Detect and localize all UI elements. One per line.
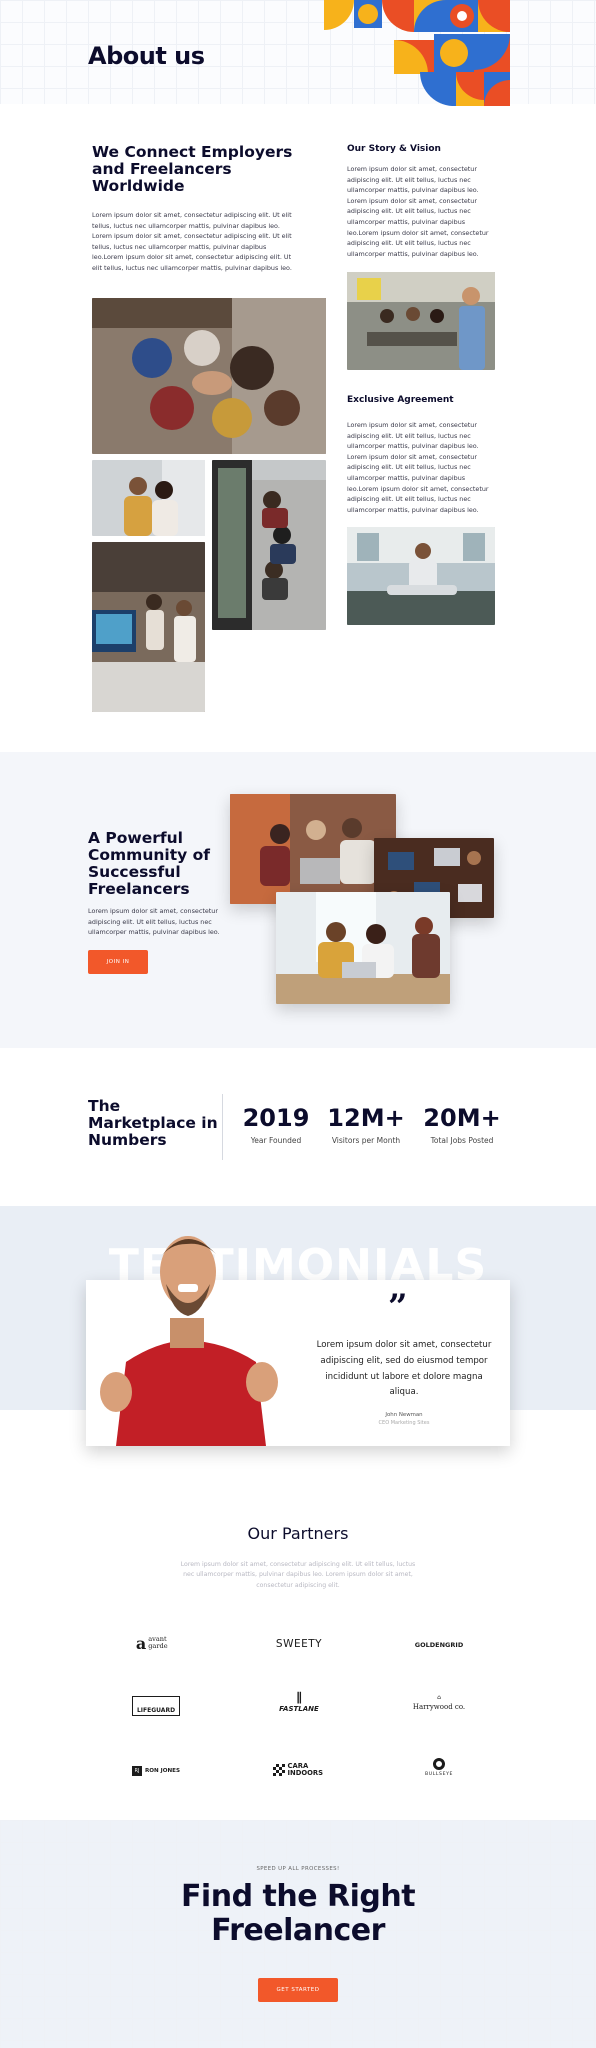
story-heading: Our Story & Vision [347,144,441,154]
stat-label-jobs: Total Jobs Posted [430,1136,494,1145]
partner-logo-goldengrid[interactable]: GOLDENGRID [394,1632,484,1654]
testimonial-author: John Newman [385,1412,423,1418]
partner-logo-lifeguard-label: LIFEGUARD [136,1707,176,1714]
community-heading: A Powerful Community of Successful Freel… [88,829,211,898]
get-started-button[interactable]: GET STARTED [258,1978,338,2002]
numbers-heading: The Marketplace in Numbers [88,1097,218,1149]
agreement-body: Lorem ipsum dolor sit amet, consectetur … [347,421,489,514]
community-body: Lorem ipsum dolor sit amet, consectetur … [88,907,220,937]
partners-body: Lorem ipsum dolor sit amet, consectetur … [180,1561,416,1589]
team-huddle-photo [92,298,326,454]
partner-logo-harrywood-label: Harrywood co. [412,1703,466,1711]
businessman-photo [347,527,495,625]
harrywood-mark-icon: ⌂ [437,1694,441,1701]
numbers-divider [222,1094,223,1160]
partner-logo-goldengrid-label: GOLDENGRID [414,1641,464,1649]
stat-value-year: 2019 [242,1104,310,1132]
testimonial-quote: Lorem ipsum dolor sit amet, consectetur … [316,1340,492,1398]
window-workers-photo [212,460,326,630]
agreement-heading: Exclusive Agreement [347,395,454,405]
partner-logo-avant-garde-label: avant garde [148,1635,168,1650]
office-desk-photo [92,542,205,712]
page-title: About us [88,42,205,70]
join-in-button[interactable]: JOIN IN [88,950,148,974]
meeting-room-photo [347,272,495,370]
partner-logo-lifeguard[interactable]: LIFEGUARD [132,1696,180,1716]
connect-body: Lorem ipsum dolor sit amet, consectetur … [92,211,292,272]
friends-laptop-photo [230,794,396,904]
partners-heading: Our Partners [247,1524,349,1543]
cta-heading-line2: Freelancer [211,1913,385,1948]
partner-logo-avant-garde[interactable]: a avant garde [110,1632,200,1654]
coworkers-laptop-photo [276,892,450,1004]
ron-jones-mark-icon: RJ [131,1766,142,1776]
quote-mark-icon: ” [388,1287,408,1327]
partner-logo-bullseye[interactable]: BULLSEYE [394,1758,484,1786]
couple-photo [92,460,205,536]
smiling-man-photo [86,1222,296,1446]
partner-logo-fastlane[interactable]: ∥ FASTLANE [254,1690,344,1724]
fastlane-mark-icon: ∥ [296,1690,302,1704]
cara-checker-icon [272,1764,285,1776]
stat-label-year: Year Founded [250,1136,302,1145]
partner-logo-sweety[interactable]: SWEETY [254,1632,344,1654]
partner-logo-cara-indoors-label: CARA INDOORS [287,1762,324,1777]
partner-logo-ron-jones-label: RON JONES [144,1768,181,1774]
stat-label-visitors: Visitors per Month [331,1136,401,1145]
geometric-pattern-graphic [324,0,510,106]
cta-heading-line1: Find the Right [180,1879,416,1914]
partner-logo-fastlane-label: FASTLANE [279,1705,319,1713]
stat-value-jobs: 20M+ [423,1104,501,1132]
partner-logo-cara-indoors[interactable]: CARA INDOORS [258,1758,338,1782]
partner-logo-harrywood[interactable]: ⌂ Harrywood co. [394,1694,484,1720]
partner-logo-ron-jones[interactable]: RJ RON JONES [116,1762,196,1780]
connect-heading: We Connect Employers and Freelancers Wor… [92,143,293,195]
cta-eyebrow: SPEED UP ALL PROCESSES! [256,1866,340,1872]
stat-value-visitors: 12M+ [327,1104,405,1132]
partner-logo-sweety-label: SWEETY [275,1638,323,1650]
story-body: Lorem ipsum dolor sit amet, consectetur … [347,165,489,258]
partner-logo-bullseye-label: BULLSEYE [425,1772,453,1777]
testimonial-role: CEO Marketing Sites [378,1420,430,1426]
bullseye-mark-icon [433,1758,445,1770]
